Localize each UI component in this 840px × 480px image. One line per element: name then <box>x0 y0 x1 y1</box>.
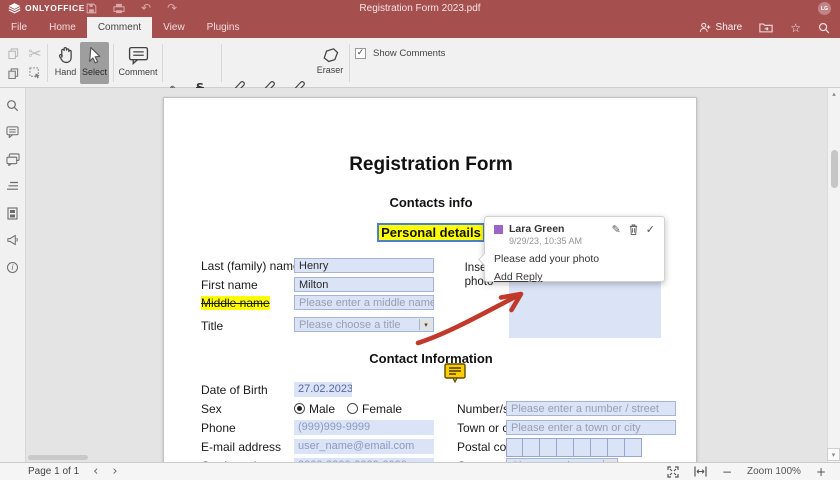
comment-popup: Lara Green ✎ ✓ 9/29/23, 10:35 AM Please … <box>484 216 665 282</box>
user-avatar[interactable]: LG <box>818 2 831 15</box>
label-first-name: First name <box>201 278 258 292</box>
label-email: E-mail address <box>201 440 281 454</box>
page-thumbnails-icon[interactable] <box>6 206 20 220</box>
eraser-button[interactable]: Eraser <box>313 42 347 84</box>
label-last-name: Last (family) name <box>201 259 300 273</box>
zoom-in-button[interactable]: + <box>816 467 826 477</box>
field-title-dropdown[interactable]: Please choose a title ▾ <box>294 317 434 332</box>
title-dropdown-caret[interactable]: ▾ <box>419 319 432 330</box>
photo-upload-field[interactable] <box>509 282 661 338</box>
field-phone[interactable]: (999)999-9999 <box>294 420 434 435</box>
hand-tool-button[interactable]: Hand <box>51 42 80 84</box>
document-title: Registration Form 2023.pdf <box>0 3 840 14</box>
comment-marker-icon[interactable] <box>444 363 466 383</box>
cut-icon[interactable]: ✂ <box>27 45 43 61</box>
feedback-icon[interactable] <box>6 233 20 247</box>
tab-file[interactable]: File <box>0 17 38 38</box>
search-icon[interactable] <box>6 98 20 112</box>
field-postal-code-comb[interactable] <box>506 438 642 457</box>
fit-width-icon[interactable] <box>694 466 707 477</box>
field-town-city[interactable]: Please enter a town or city <box>506 420 676 435</box>
search-icon[interactable] <box>818 22 830 34</box>
personal-details-highlighted-text[interactable]: Personal details <box>377 223 485 242</box>
open-file-location-icon[interactable] <box>759 22 773 33</box>
show-comments-checkbox[interactable]: ✓ <box>355 48 366 59</box>
tab-comment[interactable]: Comment <box>87 17 152 38</box>
about-info-icon[interactable]: i <box>6 260 20 274</box>
comment-tool-button[interactable]: Comment <box>116 42 160 84</box>
field-number-street[interactable]: Please enter a number / street <box>506 401 676 416</box>
comment-bubble-icon <box>128 46 149 65</box>
zoom-out-button[interactable]: − <box>722 467 732 477</box>
eraser-icon <box>321 47 339 63</box>
comment-text: Please add your photo <box>494 253 655 265</box>
navigation-headings-icon[interactable] <box>6 179 20 193</box>
tab-home[interactable]: Home <box>38 17 87 38</box>
author-color-square <box>494 225 503 234</box>
select-tool-button[interactable]: Select <box>80 42 109 84</box>
field-middle-name[interactable]: Please enter a middle name <box>294 295 434 310</box>
next-page-button[interactable]: › <box>112 467 117 477</box>
previous-page-button[interactable]: ‹ <box>93 467 98 477</box>
hand-icon <box>57 45 74 65</box>
tab-view[interactable]: View <box>152 17 196 38</box>
radio-female[interactable]: Female <box>347 402 402 416</box>
paste-icon[interactable] <box>5 65 21 81</box>
tab-plugins[interactable]: Plugins <box>196 17 251 38</box>
middle-name-strikeout-highlight[interactable]: Middle name <box>201 296 270 310</box>
edit-comment-icon[interactable]: ✎ <box>612 224 621 235</box>
statusbar: Page 1 of 1 ‹ › − Zoom 100% + <box>0 462 840 480</box>
delete-comment-icon[interactable] <box>629 224 638 235</box>
share-button[interactable]: Share <box>699 22 743 33</box>
vertical-scrollbar[interactable]: ▴ ▾ <box>827 88 840 462</box>
show-comments-toggle[interactable]: ✓ Show Comments <box>355 48 445 59</box>
favorite-star-icon[interactable]: ☆ <box>790 22 801 34</box>
onlyoffice-pdf-editor: ONLYOFFICE ↶ ↷ Registration Form 2023.pd… <box>0 0 840 480</box>
section-contact-information: Contact Information <box>164 351 697 366</box>
field-email[interactable]: user_name@email.com <box>294 439 434 454</box>
radio-female-circle[interactable] <box>347 403 358 414</box>
comment-panel-icon[interactable] <box>6 125 20 139</box>
label-middle-name: Middle name <box>201 296 270 310</box>
horizontal-scrollbar-thumb[interactable] <box>28 455 88 460</box>
label-date-of-birth: Date of Birth <box>201 383 268 397</box>
copy-icon[interactable] <box>5 45 21 61</box>
zoom-level[interactable]: Zoom 100% <box>747 466 801 477</box>
titlebar: ONLYOFFICE ↶ ↷ Registration Form 2023.pd… <box>0 0 840 38</box>
show-comments-label: Show Comments <box>373 48 445 59</box>
page-indicator: Page 1 of 1 <box>28 466 79 477</box>
share-person-icon <box>699 22 712 33</box>
form-title: Registration Form <box>164 154 697 176</box>
select-all-icon[interactable] <box>27 65 43 81</box>
titlebar-row-top: ONLYOFFICE ↶ ↷ Registration Form 2023.pd… <box>0 0 840 17</box>
scroll-down-icon[interactable]: ▾ <box>827 448 840 461</box>
chat-icon[interactable] <box>6 152 20 166</box>
label-title: Title <box>201 319 223 333</box>
field-first-name[interactable]: Milton <box>294 277 434 292</box>
sex-radio-group: Male Female <box>294 401 402 416</box>
comment-author: Lara Green <box>509 224 564 235</box>
comment-toolbar: ✂ Hand Select <box>0 38 840 88</box>
add-reply-link[interactable]: Add Reply <box>494 271 542 283</box>
comment-timestamp: 9/29/23, 10:35 AM <box>509 236 655 246</box>
section-contacts-info: Contacts info <box>164 195 697 210</box>
radio-male[interactable]: Male <box>294 402 335 416</box>
vertical-scrollbar-thumb[interactable] <box>831 150 838 188</box>
label-sex: Sex <box>201 402 222 416</box>
scroll-up-icon[interactable]: ▴ <box>828 90 840 98</box>
label-phone: Phone <box>201 421 236 435</box>
select-cursor-icon <box>87 46 102 65</box>
fit-page-icon[interactable] <box>667 466 679 478</box>
radio-male-circle[interactable] <box>294 403 305 414</box>
document-viewport: Registration Form Contacts info Personal… <box>26 88 840 462</box>
resolve-comment-icon[interactable]: ✓ <box>646 224 655 235</box>
left-panel: i <box>0 88 26 462</box>
field-date-of-birth[interactable]: 27.02.2023 <box>294 382 352 397</box>
field-last-name[interactable]: Henry <box>294 258 434 273</box>
